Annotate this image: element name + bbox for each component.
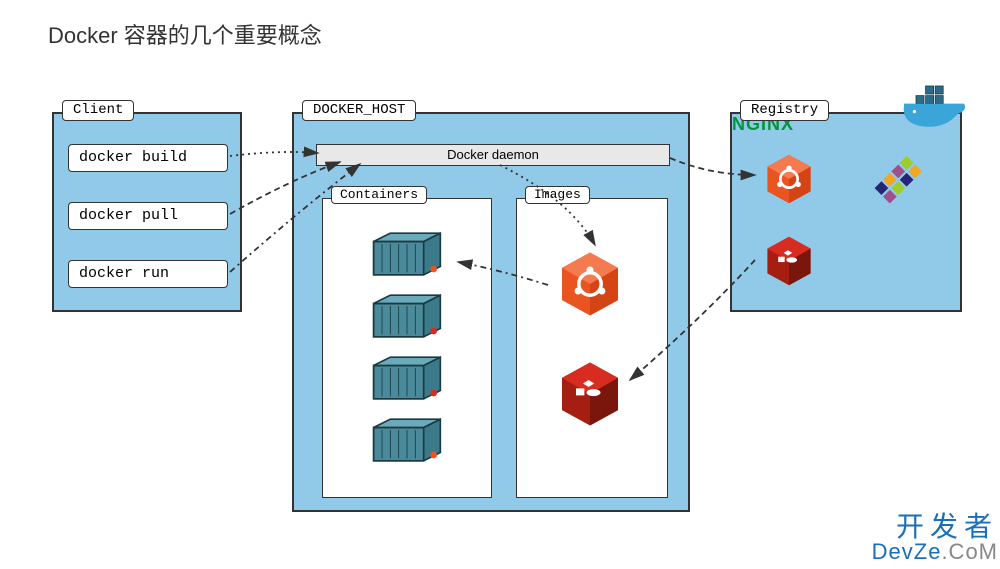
container-cube-icon	[363, 291, 451, 341]
client-panel: Client docker build docker pull docker r…	[52, 112, 242, 312]
centos-registry-icon	[872, 152, 926, 206]
docker-host-panel: DOCKER_HOST Docker daemon Containers Ima…	[292, 112, 690, 512]
container-cube-icon	[363, 229, 451, 279]
docker-whale-icon	[900, 78, 980, 138]
cmd-docker-pull: docker pull	[68, 202, 228, 230]
cmd-docker-run: docker run	[68, 260, 228, 288]
cmd-docker-build: docker build	[68, 144, 228, 172]
containers-label: Containers	[331, 186, 427, 204]
watermark-cn: 开发者	[872, 513, 998, 541]
container-cube-icon	[363, 415, 451, 465]
registry-label: Registry	[740, 100, 829, 121]
redis-registry-icon	[762, 234, 816, 288]
ubuntu-registry-icon	[762, 152, 816, 206]
registry-panel: Registry NGINX	[730, 112, 962, 312]
page-title: Docker 容器的几个重要概念	[48, 18, 322, 50]
watermark-en: DevZe.CoM	[872, 541, 998, 563]
ubuntu-image-icon	[555, 249, 625, 319]
watermark: 开发者 DevZe.CoM	[872, 513, 998, 563]
docker-host-label: DOCKER_HOST	[302, 100, 416, 121]
redis-image-icon	[555, 359, 625, 429]
container-cube-icon	[363, 353, 451, 403]
docker-daemon-box: Docker daemon	[316, 144, 670, 166]
client-label: Client	[62, 100, 134, 121]
images-panel: Images	[516, 198, 668, 498]
images-label: Images	[525, 186, 590, 204]
containers-panel: Containers	[322, 198, 492, 498]
